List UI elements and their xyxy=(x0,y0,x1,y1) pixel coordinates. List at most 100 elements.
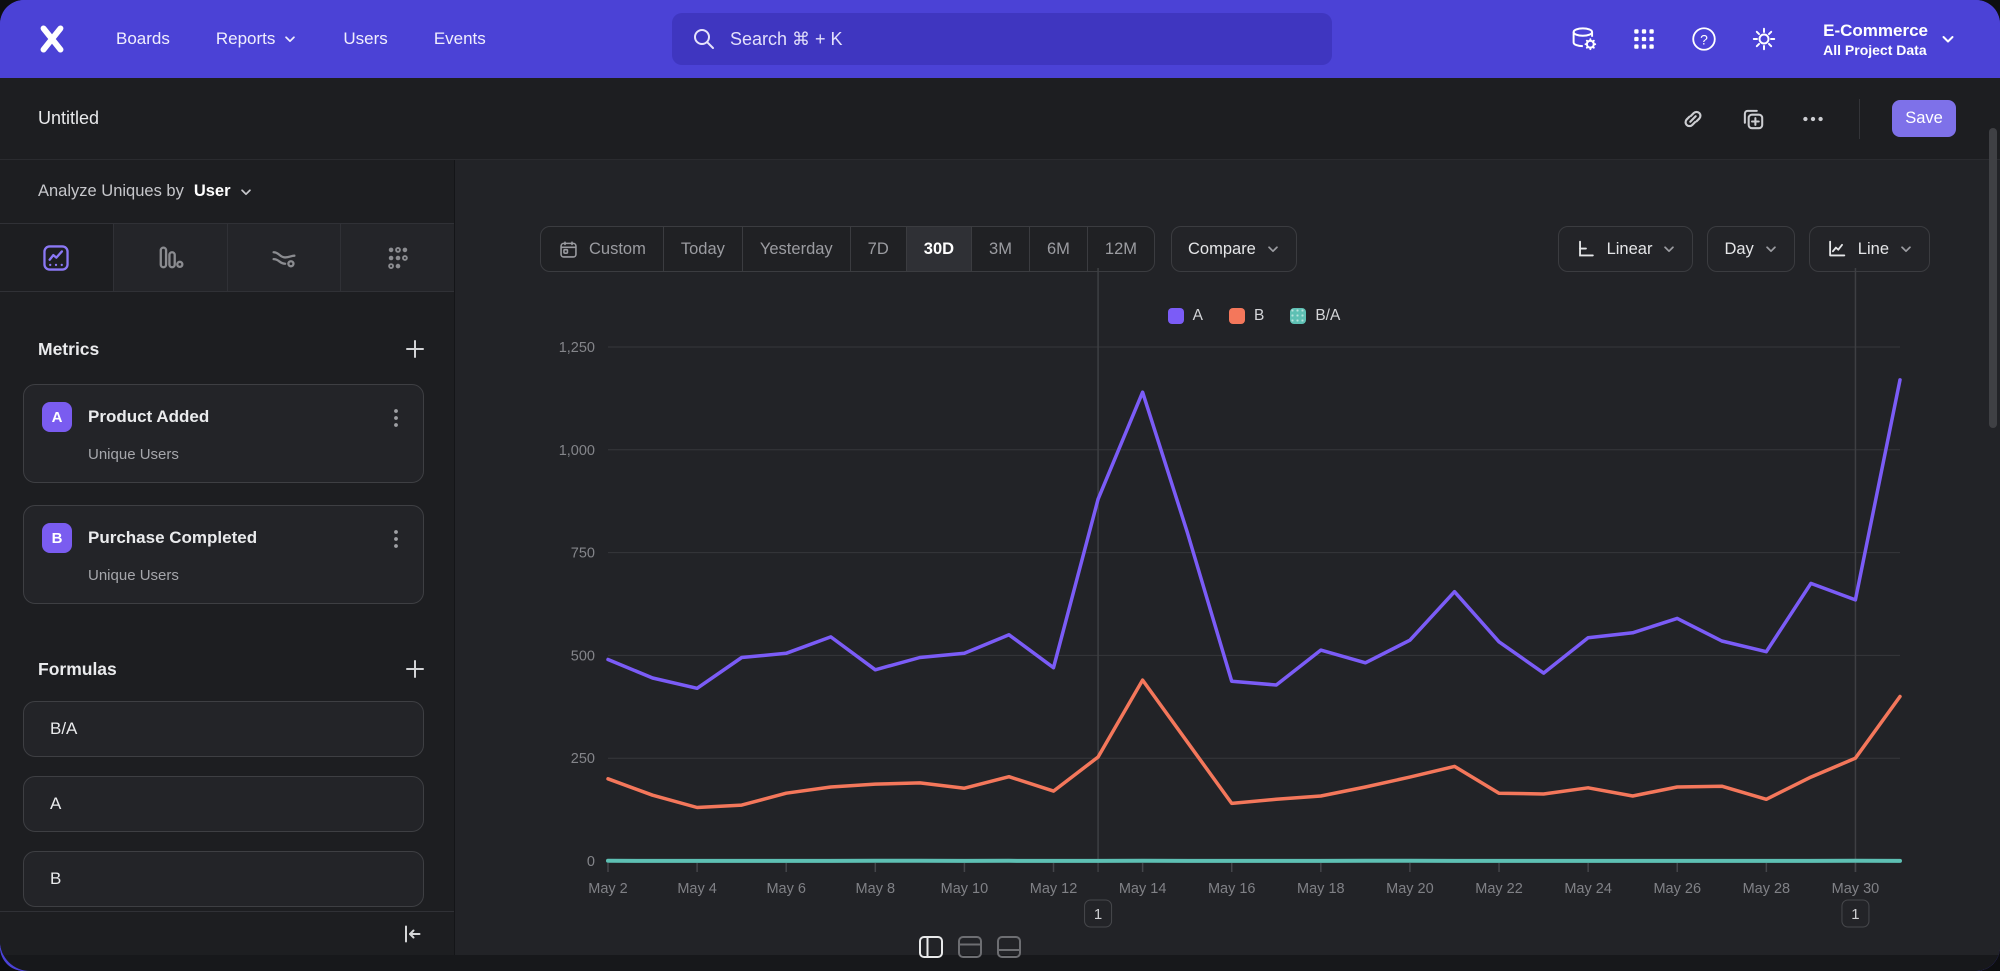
x-axis-label: May 4 xyxy=(677,881,717,897)
metric-letter-badge: A xyxy=(42,402,72,432)
app-window: Boards Reports Users Events Search ⌘ + K xyxy=(0,0,2000,971)
toolbar-divider xyxy=(1859,99,1860,139)
metric-card-a[interactable]: A Product Added Unique Users xyxy=(23,384,424,483)
content-inner: Untitled Save xyxy=(0,78,2000,971)
scrollbar-thumb[interactable] xyxy=(1989,128,1997,428)
nav-item-reports[interactable]: Reports xyxy=(216,29,298,49)
x-axis-label: May 24 xyxy=(1564,881,1612,897)
y-axis-label: 1,250 xyxy=(559,340,595,356)
search-placeholder: Search ⌘ + K xyxy=(730,29,843,50)
y-axis-label: 1,000 xyxy=(559,443,595,459)
chevron-down-icon xyxy=(239,185,253,199)
svg-text:1: 1 xyxy=(1094,906,1102,923)
add-formula-button[interactable] xyxy=(402,656,428,682)
search-icon xyxy=(692,27,716,51)
formula-card-b-a[interactable]: B/A xyxy=(23,701,424,757)
y-axis-label: 0 xyxy=(587,854,595,870)
formulas-section-header: Formulas xyxy=(38,656,428,682)
apps-grid-icon[interactable] xyxy=(1629,24,1659,54)
metric-subtitle: Unique Users xyxy=(88,567,405,584)
top-nav: Boards Reports Users Events Search ⌘ + K xyxy=(0,0,2000,78)
analyze-label: Analyze Uniques by xyxy=(38,182,184,201)
search-input[interactable]: Search ⌘ + K xyxy=(672,13,1332,65)
project-scope: All Project Data xyxy=(1823,42,1928,58)
annotation-badge[interactable]: 1 xyxy=(1085,900,1112,927)
report-title: Untitled xyxy=(38,108,99,129)
report-toolbar: Untitled Save xyxy=(0,78,2000,160)
metric-card-b[interactable]: B Purchase Completed Unique Users xyxy=(23,505,424,604)
more-options-icon[interactable] xyxy=(1799,105,1827,133)
y-axis-label: 500 xyxy=(571,648,595,664)
plus-icon xyxy=(404,658,426,680)
copy-link-icon[interactable] xyxy=(1679,105,1707,133)
chevron-down-icon xyxy=(1940,31,1956,47)
analyze-row: Analyze Uniques by User xyxy=(0,160,454,224)
x-axis-label: May 8 xyxy=(856,881,896,897)
chevron-down-icon xyxy=(283,32,297,46)
series-line-a[interactable] xyxy=(608,380,1900,688)
flows-icon xyxy=(269,243,299,273)
analyze-value-dropdown[interactable]: User xyxy=(194,182,253,201)
nav-item-boards[interactable]: Boards xyxy=(116,29,170,49)
layout-split-left-button[interactable] xyxy=(915,931,947,963)
chart-layout-toggles xyxy=(915,931,1025,963)
duplicate-icon[interactable] xyxy=(1739,105,1767,133)
settings-gear-icon[interactable] xyxy=(1749,24,1779,54)
metrics-title: Metrics xyxy=(38,339,99,360)
toolbar-actions: Save xyxy=(1679,99,1956,139)
chart-area: CustomTodayYesterday7D30D3M6M12M Compare… xyxy=(455,160,2000,955)
annotation-badge[interactable]: 1 xyxy=(1842,900,1869,927)
formulas-list: B/A AB xyxy=(0,701,454,907)
metric-name: Purchase Completed xyxy=(88,528,257,548)
chart-svg: 0 250 500 750 1,000 1,250 May 2 May 4 May 6 May 8… xyxy=(455,160,2000,955)
main-layout: Analyze Uniques by User xyxy=(0,160,2000,955)
svg-text:?: ? xyxy=(1700,31,1708,47)
save-button[interactable]: Save xyxy=(1892,100,1956,137)
metrics-section-header: Metrics xyxy=(38,336,428,362)
nav-item-users[interactable]: Users xyxy=(343,29,387,49)
mixpanel-logo-icon[interactable] xyxy=(30,17,74,61)
x-axis-label: May 2 xyxy=(588,881,628,897)
metric-letter-badge: B xyxy=(42,523,72,553)
formulas-title: Formulas xyxy=(38,659,117,680)
project-name: E-Commerce xyxy=(1823,20,1928,41)
tab-bar-chart[interactable] xyxy=(114,224,228,291)
x-axis-label: May 14 xyxy=(1119,881,1167,897)
x-axis-label: May 26 xyxy=(1653,881,1701,897)
tab-insights[interactable] xyxy=(0,224,114,291)
help-icon[interactable]: ? xyxy=(1689,24,1719,54)
tab-retention[interactable] xyxy=(341,224,454,291)
bar-chart-icon xyxy=(155,243,185,273)
formula-card-a[interactable]: A xyxy=(23,776,424,832)
layout-split-top-button[interactable] xyxy=(954,931,986,963)
plus-icon xyxy=(404,338,426,360)
nav-item-events[interactable]: Events xyxy=(434,29,486,49)
x-axis-label: May 30 xyxy=(1832,881,1880,897)
series-line-b[interactable] xyxy=(608,680,1900,807)
formula-card-b[interactable]: B xyxy=(23,851,424,907)
y-axis-label: 750 xyxy=(571,546,595,562)
layout-split-bottom-button[interactable] xyxy=(993,931,1025,963)
y-axis-label: 250 xyxy=(571,751,595,767)
nav-right: ? E-Commerce All Project Data xyxy=(1569,0,1956,78)
collapse-sidebar-icon[interactable] xyxy=(398,920,426,948)
data-management-icon[interactable] xyxy=(1569,24,1599,54)
visualization-tabs xyxy=(0,224,454,292)
insights-chart-icon xyxy=(41,243,71,273)
svg-text:1: 1 xyxy=(1851,906,1859,923)
sidebar-footer xyxy=(0,911,454,955)
tab-flows[interactable] xyxy=(228,224,342,291)
x-axis-label: May 6 xyxy=(766,881,806,897)
add-metric-button[interactable] xyxy=(402,336,428,362)
query-sidebar: Analyze Uniques by User xyxy=(0,160,455,955)
metric-menu-icon[interactable] xyxy=(385,526,407,552)
content-stack: Untitled Save xyxy=(0,78,2000,971)
x-axis-label: May 10 xyxy=(941,881,989,897)
project-switcher[interactable]: E-Commerce All Project Data xyxy=(1823,20,1956,57)
x-axis-label: May 20 xyxy=(1386,881,1434,897)
metric-name: Product Added xyxy=(88,407,209,427)
primary-nav: Boards Reports Users Events xyxy=(116,29,486,49)
metric-menu-icon[interactable] xyxy=(385,405,407,431)
retention-dots-icon xyxy=(383,243,413,273)
x-axis-label: May 12 xyxy=(1030,881,1078,897)
